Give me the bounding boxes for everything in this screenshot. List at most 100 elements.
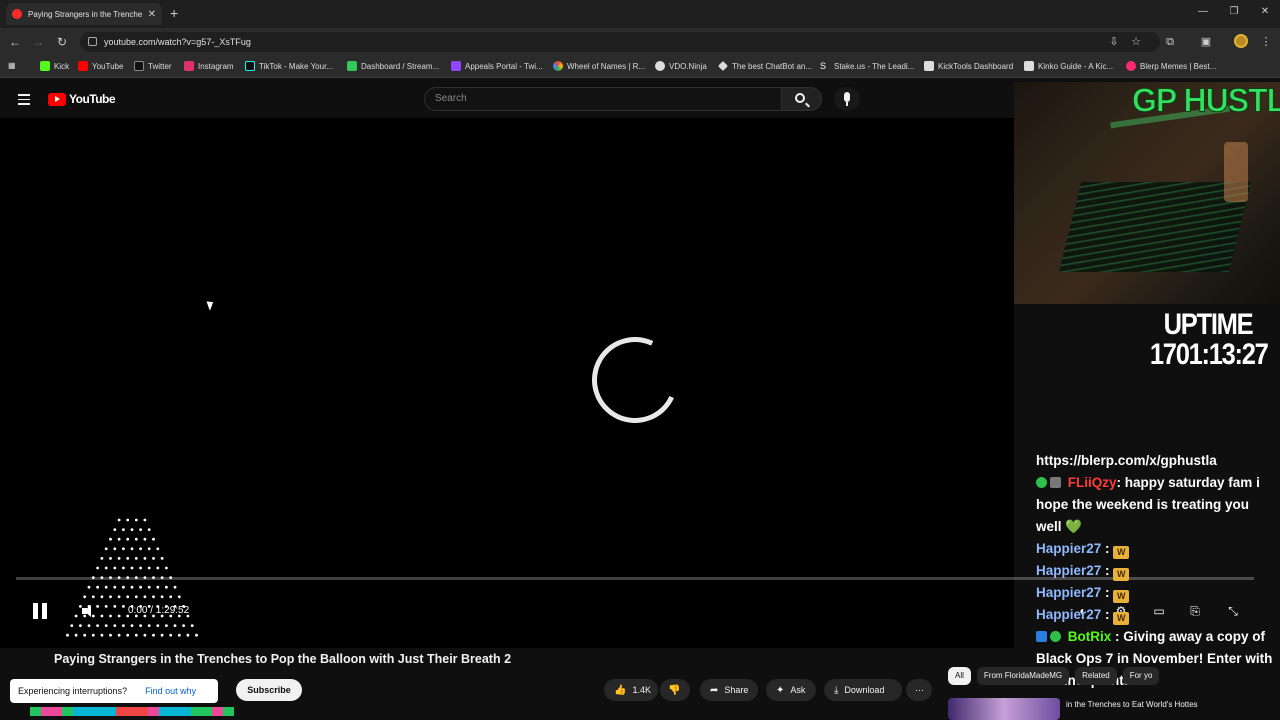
dislike-button[interactable]: 👎 <box>660 679 690 701</box>
channel-label: GP HUSTLA <box>1131 81 1280 120</box>
instagram-icon <box>184 61 194 71</box>
bookmark-kinko-guide[interactable]: Kinko Guide - A Kic... <box>1024 61 1113 71</box>
sparkle-icon: ✦ <box>776 684 785 696</box>
side-panel-icon[interactable]: ▣ <box>1198 34 1214 50</box>
browser-tab[interactable]: Paying Strangers in the Trenche ✕ <box>6 3 162 25</box>
close-window-button[interactable]: ✕ <box>1258 6 1272 17</box>
bookmark-instagram[interactable]: Instagram <box>184 61 234 71</box>
pyramid-dot <box>96 624 99 627</box>
pyramid-dot <box>130 528 134 531</box>
pyramid-dot <box>96 605 99 608</box>
bookmark-star-icon[interactable]: ☆ <box>1128 34 1144 50</box>
pyramid-dot <box>109 614 112 618</box>
bookmark-vdo-ninja[interactable]: VDO.Ninja <box>655 61 707 71</box>
pyramid-dots-graphic <box>66 518 198 637</box>
pyramid-dot <box>134 557 138 560</box>
pyramid-dot <box>126 537 130 541</box>
site-info-icon[interactable] <box>88 37 97 46</box>
new-tab-button[interactable]: + <box>170 6 178 20</box>
minimize-button[interactable]: — <box>1196 6 1210 17</box>
pyramid-dot <box>182 624 186 627</box>
chip-from-channel[interactable]: From FloridaMadeMG <box>976 667 1070 685</box>
profile-avatar[interactable] <box>1234 34 1248 48</box>
related-video-title[interactable]: in the Trenches to Eat World's Hottes <box>1066 700 1198 709</box>
url-bar[interactable]: youtube.com/watch?v=g57-_XsTFug <box>80 32 1160 52</box>
pyramid-dot <box>122 528 125 531</box>
reload-icon[interactable]: ↻ <box>55 35 69 49</box>
bookmark-stake[interactable]: S Stake.us - The Leadi... <box>820 61 914 71</box>
extensions-icon[interactable]: ⧉ <box>1162 34 1178 50</box>
bookmark-wheel-of-names[interactable]: Wheel of Names | R... <box>553 61 645 71</box>
pyramid-dot <box>83 633 87 637</box>
x-logo-icon <box>134 61 144 71</box>
pyramid-dot <box>122 624 125 627</box>
install-app-icon[interactable]: ⇩ <box>1106 34 1122 50</box>
url-text: youtube.com/watch?v=g57-_XsTFug <box>104 37 251 47</box>
like-button[interactable]: 👍 1.4K <box>604 679 658 701</box>
pyramid-dot <box>134 518 138 522</box>
pyramid-dot <box>152 537 155 541</box>
bookmark-chatbot[interactable]: The best ChatBot an... <box>718 61 812 71</box>
volume-button[interactable] <box>80 603 96 619</box>
pyramid-dot <box>117 557 121 560</box>
kinko-icon <box>1024 61 1034 71</box>
bookmark-appeals[interactable]: Appeals Portal - Twi... <box>451 61 543 71</box>
download-button[interactable]: ⤓ Download <box>824 679 902 701</box>
bookmark-blerp[interactable]: Blerp Memes | Best... <box>1126 61 1216 71</box>
ask-button[interactable]: ✦ Ask <box>766 679 816 701</box>
verified-badge-icon <box>1036 477 1047 488</box>
apps-grid-icon[interactable]: ▦ <box>8 61 16 70</box>
download-icon: ⤓ <box>834 684 839 696</box>
share-button[interactable]: ➦ Share <box>700 679 758 701</box>
chat-message: Happier27 : W <box>1036 582 1280 604</box>
pyramid-dot <box>109 537 112 541</box>
pyramid-dot <box>130 547 134 551</box>
back-arrow-icon[interactable]: ← <box>8 35 22 49</box>
bookmark-kick[interactable]: Kick <box>40 61 69 71</box>
find-out-why-link[interactable]: Find out why <box>145 686 196 696</box>
pyramid-dot <box>104 547 108 551</box>
pyramid-dot <box>117 633 121 637</box>
bookmark-kicktools[interactable]: KickTools Dashboard <box>924 61 1013 71</box>
w-emote-icon: W <box>1113 568 1130 581</box>
chat-username: Happier27 <box>1036 541 1102 556</box>
more-actions-button[interactable]: ⋯ <box>906 679 932 701</box>
pyramid-dot <box>156 585 160 589</box>
bookmark-youtube[interactable]: YouTube <box>78 61 123 71</box>
pause-button[interactable] <box>32 603 48 619</box>
tab-close-icon[interactable]: ✕ <box>148 9 156 20</box>
related-video-thumbnail[interactable] <box>948 698 1060 720</box>
pyramid-dot <box>186 633 190 637</box>
search-button[interactable] <box>782 87 822 111</box>
search-input[interactable]: Search <box>424 87 782 111</box>
pyramid-dot <box>87 585 91 589</box>
pyramid-dot <box>91 595 95 599</box>
pyramid-dot <box>165 585 168 589</box>
bot-badge-icon <box>1036 631 1047 642</box>
pyramid-dot <box>130 566 134 570</box>
pyramid-dot <box>130 585 134 589</box>
browser-menu-icon[interactable]: ⋮ <box>1258 34 1274 50</box>
chat-text: : Giving away a copy of <box>1111 629 1266 644</box>
chip-for-you[interactable]: For yo <box>1122 667 1160 685</box>
pyramid-dot <box>122 566 125 570</box>
bookmark-twitter[interactable]: Twitter <box>134 61 172 71</box>
pyramid-dot <box>147 585 151 589</box>
forward-arrow-icon[interactable]: → <box>31 35 45 49</box>
youtube-logo[interactable]: YouTube <box>48 92 116 106</box>
pyramid-dot <box>113 566 117 570</box>
pyramid-dot <box>156 547 160 551</box>
pyramid-dot <box>160 633 164 637</box>
chip-related[interactable]: Related <box>1075 667 1117 685</box>
restore-button[interactable]: ❐ <box>1227 6 1241 17</box>
chip-all[interactable]: All <box>948 667 971 685</box>
menu-hamburger-icon[interactable] <box>18 94 30 105</box>
pyramid-dot <box>117 595 121 599</box>
pyramid-dot <box>109 595 112 599</box>
address-bar-row: ← → ↻ youtube.com/watch?v=g57-_XsTFug ⇩ … <box>0 28 1280 56</box>
bookmark-tiktok[interactable]: TikTok - Make Your... <box>245 61 333 71</box>
subscribe-button[interactable]: Subscribe <box>236 679 302 701</box>
voice-search-button[interactable] <box>834 87 860 111</box>
bookmark-dashboard[interactable]: Dashboard / Stream... <box>347 61 439 71</box>
chat-username: Happier27 <box>1036 607 1102 622</box>
